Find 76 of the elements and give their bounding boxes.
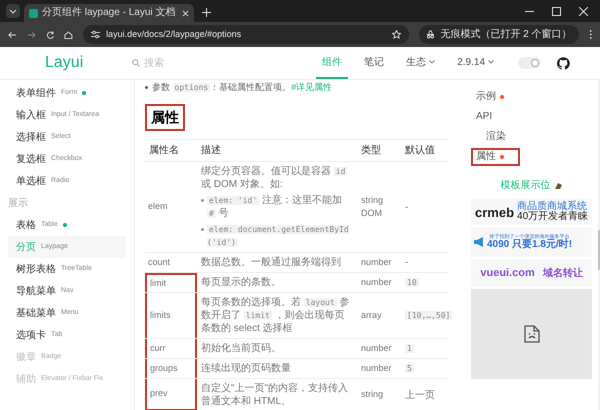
property-name: curr bbox=[150, 342, 166, 355]
close-icon[interactable] bbox=[182, 10, 189, 16]
ad-banner[interactable]: vueui.com 域名转让 bbox=[471, 259, 592, 287]
tab-list-icon[interactable] bbox=[6, 4, 20, 18]
incognito-icon bbox=[426, 30, 436, 39]
reload-icon[interactable] bbox=[46, 30, 54, 40]
property-name: count bbox=[148, 256, 170, 269]
nav-link[interactable]: 笔记 bbox=[358, 47, 390, 79]
property-name: prev bbox=[150, 387, 168, 400]
bullet-text: elem: document.getElementById('id') bbox=[207, 224, 350, 249]
bullet-icon bbox=[145, 86, 148, 88]
default-value: - bbox=[405, 256, 408, 270]
maximize-icon[interactable] bbox=[552, 7, 561, 16]
caret-icon bbox=[488, 60, 494, 64]
github-icon[interactable] bbox=[557, 56, 570, 70]
default-value: [10,…,50] bbox=[405, 310, 452, 322]
section-label: 展示 bbox=[8, 196, 29, 210]
nav-link[interactable]: 2.9.14 bbox=[451, 47, 500, 79]
broken-image-icon bbox=[524, 325, 540, 343]
toc-link[interactable]: 属性 bbox=[471, 148, 520, 166]
favicon-icon bbox=[29, 8, 38, 18]
property-description: 绑定分页容器。值可以是容器 id 或 DOM 对象。如: bbox=[201, 165, 348, 191]
column-header: 默认值 bbox=[404, 144, 436, 158]
bullet-icon bbox=[201, 228, 204, 231]
forward-icon[interactable] bbox=[26, 30, 36, 40]
property-type: number bbox=[361, 362, 392, 375]
search-icon bbox=[132, 59, 140, 67]
property-type: number bbox=[361, 256, 392, 269]
star-icon[interactable] bbox=[392, 30, 402, 39]
site-settings-icon[interactable] bbox=[91, 30, 100, 39]
nav-link[interactable]: 生态 bbox=[400, 47, 442, 79]
bullet-icon bbox=[201, 199, 204, 202]
url-text: layui.dev/docs/2/laypage/#options bbox=[106, 28, 242, 41]
property-name: limits bbox=[150, 308, 170, 322]
property-type: string DOM bbox=[361, 194, 384, 220]
intro-text: 参数 options ：基础属性配置项。#详见属性 bbox=[145, 80, 449, 94]
theme-toggle[interactable] bbox=[518, 57, 542, 69]
property-name: elem bbox=[148, 200, 168, 214]
property-type: number bbox=[361, 342, 392, 355]
default-value: 10 bbox=[405, 277, 419, 289]
search-field[interactable]: 搜索 bbox=[144, 56, 294, 70]
property-type: string bbox=[361, 388, 384, 402]
property-description: 每页显示的条数。 bbox=[201, 276, 282, 289]
megaphone-icon bbox=[473, 236, 485, 248]
home-icon[interactable] bbox=[64, 30, 74, 40]
column-header: 描述 bbox=[200, 144, 222, 158]
property-name: groups bbox=[150, 362, 178, 375]
property-description: 自定义"上一页"的内容，支持传入普通文本和 HTML。 bbox=[201, 382, 350, 408]
back-icon[interactable] bbox=[8, 30, 17, 40]
property-name: limit bbox=[150, 276, 166, 290]
toc-link[interactable]: 示例 bbox=[471, 88, 509, 106]
close-icon[interactable] bbox=[579, 7, 588, 16]
property-type: number bbox=[361, 276, 392, 289]
default-value: 上一页 bbox=[405, 388, 435, 402]
toc-link[interactable]: API bbox=[471, 108, 498, 126]
property-type: array bbox=[361, 308, 382, 322]
tab-title: 分页组件 laypage - Layui 文档 bbox=[42, 7, 176, 19]
incognito-badge[interactable]: 无痕模式（已打开 2 个窗口） bbox=[419, 25, 578, 44]
address-bar[interactable]: layui.dev/docs/2/laypage/#options bbox=[83, 25, 410, 44]
default-value: 5 bbox=[405, 363, 414, 375]
scrollbar-thumb[interactable] bbox=[598, 230, 600, 270]
browser-tab[interactable]: 分页组件 laypage - Layui 文档 bbox=[24, 4, 194, 22]
property-description: 每页条数的选择项。若 layout 参数开启了 limit ，则会出现每页条数的 select 选择框 bbox=[201, 296, 350, 335]
default-value: - bbox=[405, 200, 408, 214]
toc-link[interactable]: 渲染 bbox=[481, 128, 511, 146]
property-description: 初始化当前页码。 bbox=[201, 342, 282, 355]
menu-icon[interactable] bbox=[588, 29, 592, 40]
property-description: 连续出现的页码数量 bbox=[201, 362, 292, 375]
column-header: 类型 bbox=[360, 144, 382, 158]
default-value: 1 bbox=[405, 343, 414, 355]
caret-icon bbox=[429, 60, 436, 64]
new-tab-icon[interactable] bbox=[202, 8, 211, 17]
property-description: 数据总数。一般通过服务端得到 bbox=[201, 256, 342, 269]
bullet-text: elem: 'id' 注意：这里不能加 # 号 bbox=[207, 194, 343, 220]
section-heading: 属性 bbox=[145, 104, 185, 131]
column-header: 属性名 bbox=[148, 144, 180, 158]
